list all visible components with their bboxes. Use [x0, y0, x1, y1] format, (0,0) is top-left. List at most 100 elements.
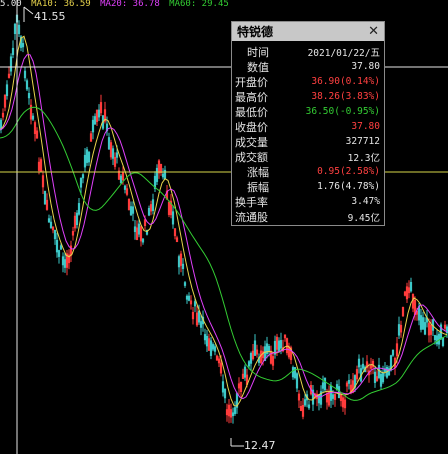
info-row: 成交量 327712 — [232, 134, 384, 149]
candle-body — [361, 363, 365, 369]
candle-body — [181, 263, 185, 270]
candle-body — [79, 177, 83, 188]
candle-body — [317, 394, 321, 404]
candle-body — [27, 93, 31, 99]
candle-body — [141, 238, 145, 243]
info-row: 数值 37.80 — [232, 59, 384, 74]
ma5-label: 5.00 — [0, 0, 22, 8]
candle-body — [243, 366, 247, 378]
candle-body — [93, 116, 97, 125]
info-value: 37.80 — [351, 121, 380, 132]
ma60-label: MA60: 29.45 — [169, 0, 229, 8]
candle-body — [177, 256, 181, 268]
low-marker-arrow — [230, 438, 244, 447]
info-row: 成交额 12.3亿 — [232, 149, 384, 164]
candle-body — [63, 259, 67, 268]
high-price-label: 41.55 — [34, 10, 66, 23]
candle-body — [77, 203, 81, 215]
candle-body — [409, 282, 413, 292]
candle-body — [137, 223, 141, 235]
info-row: 收盘价 37.80 — [232, 119, 384, 134]
candle-body — [397, 324, 401, 336]
candle-body — [295, 373, 299, 389]
close-icon[interactable]: ✕ — [368, 25, 379, 38]
candle-body — [81, 174, 85, 179]
candle-body — [307, 404, 311, 409]
candle-body — [213, 346, 217, 352]
candle-body — [115, 152, 119, 158]
info-label: 数值 — [247, 60, 269, 74]
info-row: 开盘价 36.90(0.14%) — [232, 74, 384, 89]
candle-body — [331, 394, 335, 399]
info-value: 38.26(3.83%) — [311, 91, 380, 102]
stock-name: 特锐德 — [237, 25, 274, 39]
info-value: 0.95(2.58%) — [317, 166, 380, 177]
candle-body — [293, 367, 297, 379]
info-value: 9.45亿 — [347, 212, 380, 224]
candle-body — [9, 56, 13, 72]
candle-body — [277, 340, 281, 352]
candle-body — [17, 24, 21, 35]
candle-body — [161, 173, 165, 178]
candle-body — [91, 119, 95, 133]
candle-body — [441, 337, 445, 346]
candle-body — [193, 301, 197, 307]
candle-body — [187, 295, 191, 301]
candle-body — [419, 315, 423, 330]
info-label: 涨幅 — [247, 165, 269, 179]
candle-body — [223, 388, 227, 399]
info-row: 振幅 1.76(4.78%) — [232, 179, 384, 194]
info-label: 流通股 — [235, 210, 268, 224]
candle-body — [221, 381, 225, 393]
candle-body — [21, 43, 25, 48]
candle-body — [147, 207, 151, 216]
candle-body — [205, 335, 209, 347]
candle-body — [347, 379, 351, 384]
candle-body — [379, 373, 383, 387]
candle-body — [183, 282, 187, 286]
candle-body — [49, 221, 53, 229]
candle-body — [211, 344, 215, 350]
candle-body — [357, 358, 361, 368]
candle-body — [253, 340, 257, 356]
candle-body — [131, 206, 135, 214]
ma-indicator-bar: 5.00 MA10: 36.59 MA20: 36.78 MA60: 29.45 — [0, 0, 448, 8]
high-marker-arrow — [23, 6, 34, 22]
stock-info-panel: 特锐德 ✕ 时间 2021/01/22/五 数值 37.80 开盘价 36.90(0.14… — [231, 21, 385, 226]
info-value: 3.47% — [351, 196, 380, 207]
info-value: 1.76(4.78%) — [317, 181, 380, 192]
info-label: 振幅 — [247, 180, 269, 194]
low-price-label: 12.47 — [244, 439, 276, 452]
info-label: 成交量 — [235, 135, 268, 149]
candle-body — [57, 250, 61, 257]
candle-body — [155, 167, 159, 182]
candle-body — [75, 212, 79, 226]
candle-body — [231, 412, 235, 417]
candle-body — [373, 371, 377, 383]
candle-body — [61, 256, 65, 266]
candle-body — [423, 322, 427, 335]
candle-body — [197, 310, 201, 323]
info-row: 最低价 36.50(-0.95%) — [232, 104, 384, 119]
candle-body — [303, 399, 307, 406]
candle-body — [417, 306, 421, 321]
candle-body — [321, 382, 325, 389]
info-label: 换手率 — [235, 195, 268, 209]
info-label: 最高价 — [235, 90, 268, 104]
info-value: 2021/01/22/五 — [307, 47, 380, 59]
info-row: 最高价 38.26(3.83%) — [232, 89, 384, 104]
candle-body — [249, 353, 253, 364]
candle-body — [123, 185, 127, 190]
candle-body — [279, 340, 283, 349]
candle-body — [83, 154, 87, 168]
info-label: 最低价 — [235, 105, 268, 119]
panel-header[interactable]: 特锐德 ✕ — [232, 22, 384, 41]
candle-body — [185, 295, 189, 300]
info-row: 流通股 9.45亿 — [232, 209, 384, 224]
candle-body — [203, 334, 207, 341]
candle-body — [119, 175, 123, 184]
info-row: 涨幅 0.95(2.58%) — [232, 164, 384, 179]
candle-body — [129, 206, 133, 216]
info-rows: 时间 2021/01/22/五 数值 37.80 开盘价 36.90(0.14%) 最高价 3… — [232, 41, 384, 224]
candle-body — [55, 239, 59, 253]
